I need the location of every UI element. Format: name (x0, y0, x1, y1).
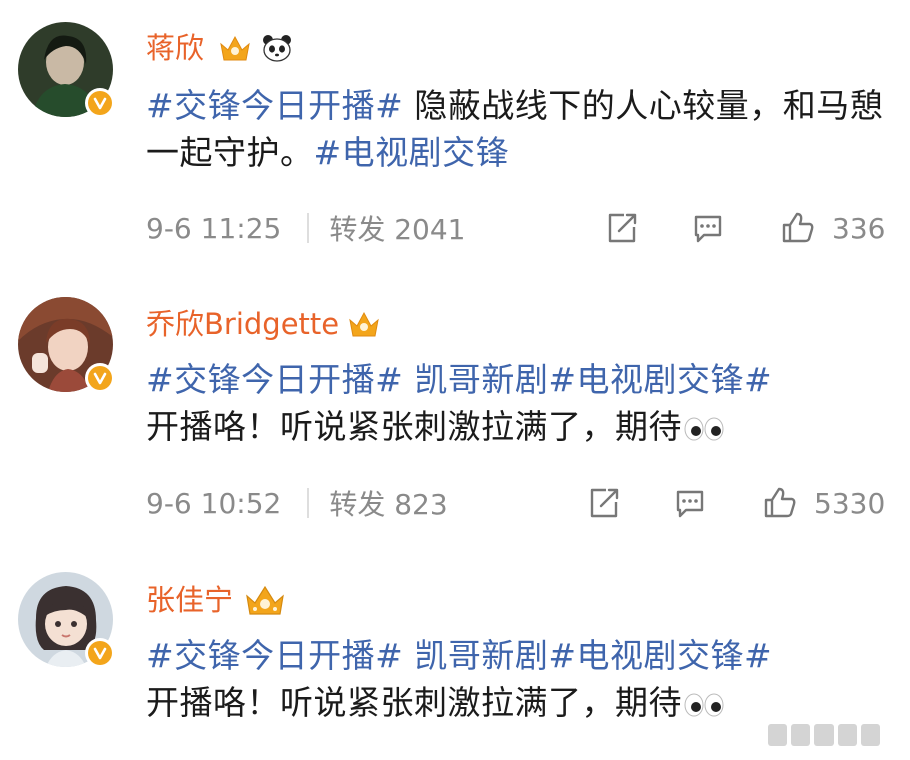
crown-badge-icon (218, 33, 252, 63)
repost-count: 转发 2041 (329, 213, 466, 246)
crown-badge-icon (347, 309, 381, 339)
comment-button[interactable] (690, 208, 726, 248)
post-body-text: 开播咯！听说紧张刺激拉满了，期待 (146, 683, 682, 722)
panda-badge-icon (260, 33, 294, 63)
like-icon (764, 487, 796, 518)
share-button[interactable] (586, 483, 622, 523)
divider (307, 213, 310, 243)
watermark-segment (768, 724, 788, 746)
repost-count: 转发 823 (329, 488, 448, 521)
post-time: 9-6 11:25 (146, 211, 282, 245)
post-body-text: 开播咯！听说紧张刺激拉满了，期待 (146, 407, 682, 446)
user-name-text: 乔欣Bridgette (146, 307, 340, 341)
like-icon (782, 212, 814, 243)
divider (307, 488, 310, 518)
share-button[interactable] (604, 208, 640, 248)
crown-badge-icon (243, 583, 287, 617)
user-name[interactable]: 蒋欣 (146, 30, 294, 66)
comment-icon (676, 490, 704, 518)
hashtag-link[interactable]: #电视剧交锋# (548, 360, 772, 399)
user-name[interactable]: 乔欣Bridgette (146, 306, 381, 342)
comment-icon (694, 215, 722, 243)
verified-badge-icon (85, 363, 115, 393)
hashtag-link[interactable]: #电视剧交锋# (548, 636, 772, 675)
like-count: 336 (832, 211, 886, 245)
like-button[interactable]: 336 (780, 208, 885, 248)
user-name-text: 张佳宁 (146, 583, 234, 617)
post-meta-bar: 9-6 10:52 转发 823 5330 (146, 483, 886, 523)
hashtag-link[interactable]: #交锋今日开播# (146, 636, 403, 675)
eyes-emoji-icon (682, 683, 726, 730)
verified-badge-icon (85, 88, 115, 118)
watermark-segment (814, 724, 834, 746)
watermark-bar (768, 722, 881, 748)
hashtag-link[interactable]: #交锋今日开播# (146, 360, 403, 399)
watermark-segment (791, 724, 811, 746)
post-text: #交锋今日开播# 凯哥新剧#电视剧交锋# 开播咯！听说紧张刺激拉满了，期待 (146, 356, 886, 454)
post-text: #交锋今日开播# 隐蔽战线下的人心较量，和马憩一起守护。#电视剧交锋 (146, 82, 886, 176)
link-text[interactable]: 凯哥新剧 (414, 360, 548, 399)
share-icon (608, 213, 637, 243)
like-button[interactable]: 5330 (762, 483, 885, 523)
eyes-emoji-icon (682, 407, 726, 454)
post-time: 9-6 10:52 (146, 486, 282, 520)
watermark-segment (837, 724, 857, 746)
post-meta-bar: 9-6 11:25 转发 2041 336 (146, 208, 886, 248)
hashtag-link[interactable]: #交锋今日开播# (146, 86, 403, 125)
comment-button[interactable] (672, 483, 708, 523)
link-text[interactable]: 凯哥新剧 (414, 636, 548, 675)
user-name-text: 蒋欣 (146, 31, 205, 65)
like-count: 5330 (814, 486, 886, 520)
post-text: #交锋今日开播# 凯哥新剧#电视剧交锋# 开播咯！听说紧张刺激拉满了，期待 (146, 632, 886, 730)
share-icon (590, 488, 619, 518)
user-name[interactable]: 张佳宁 (146, 582, 287, 618)
hashtag-link[interactable]: #电视剧交锋 (314, 133, 510, 172)
verified-badge-icon (85, 638, 115, 668)
watermark-segment (860, 724, 881, 746)
